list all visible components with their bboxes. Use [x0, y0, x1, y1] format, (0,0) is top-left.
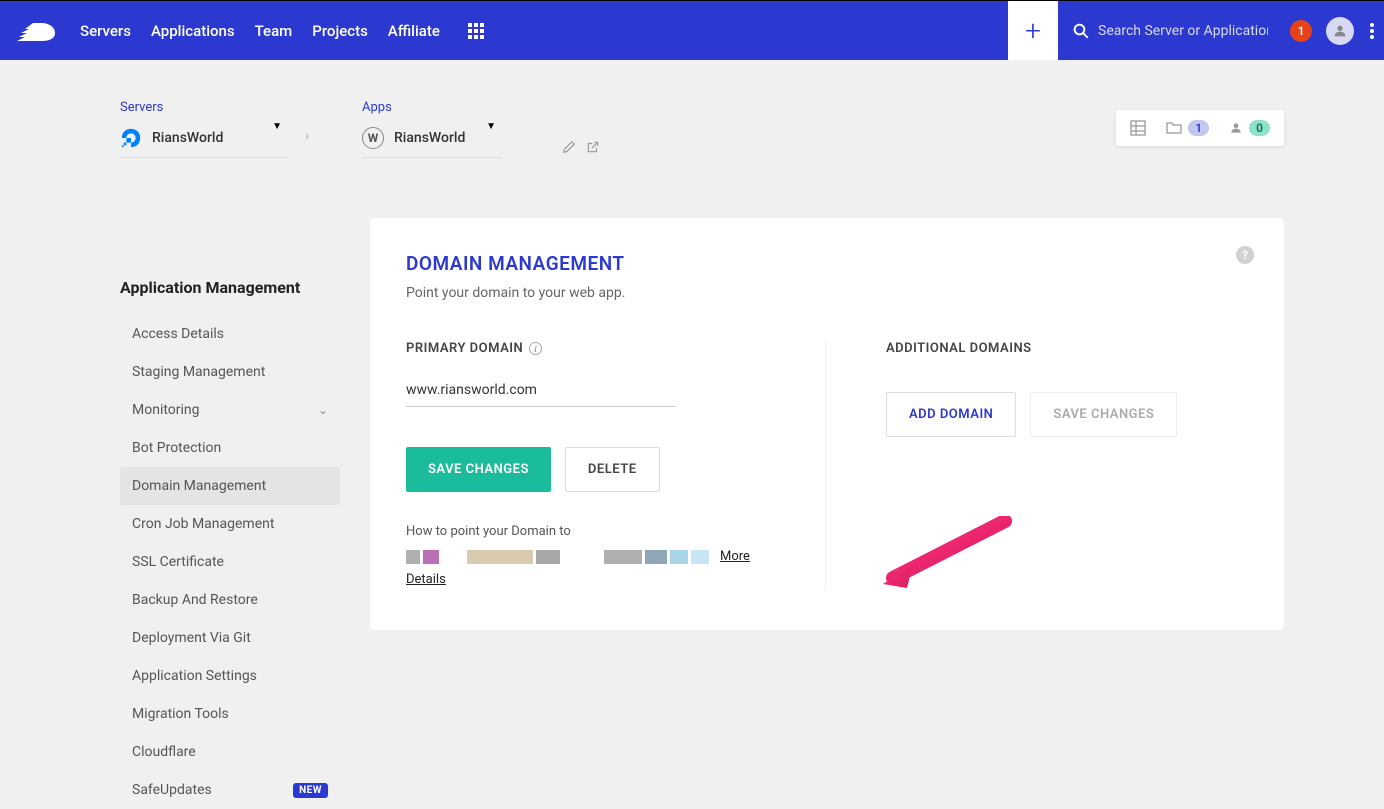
- save-changes-button[interactable]: SAVE CHANGES: [406, 447, 551, 492]
- sidebar-item-safeupdates[interactable]: SafeUpdatesNEW: [120, 771, 340, 809]
- breadcrumb-apps: Apps W RiansWorld ▼: [362, 100, 542, 158]
- apps-grid-icon[interactable]: [468, 23, 484, 39]
- main-nav: Servers Applications Team Projects Affil…: [70, 22, 450, 40]
- app-name: RiansWorld: [394, 130, 465, 146]
- notification-badge[interactable]: 1: [1290, 20, 1312, 42]
- sidebar-item-bot-protection[interactable]: Bot Protection: [120, 429, 340, 467]
- sidebar-item-domain-management[interactable]: Domain Management: [120, 467, 340, 505]
- sidebar-item-staging[interactable]: Staging Management: [120, 353, 340, 391]
- annotation-arrow-icon: [875, 516, 1015, 596]
- edit-icon[interactable]: [562, 139, 576, 158]
- panel-subtitle: Point your domain to your web app.: [406, 285, 1248, 301]
- sidebar-item-cron[interactable]: Cron Job Management: [120, 505, 340, 543]
- folder-count: 1: [1188, 120, 1209, 136]
- app-actions: [562, 139, 600, 158]
- stat-folder[interactable]: 1: [1166, 120, 1209, 136]
- new-badge: NEW: [293, 783, 328, 798]
- nav-projects[interactable]: Projects: [302, 22, 378, 40]
- help-text: How to point your Domain to More Details: [406, 522, 785, 590]
- nav-applications[interactable]: Applications: [141, 22, 245, 40]
- sidebar-item-monitoring[interactable]: Monitoring⌄: [120, 391, 340, 429]
- sidebar-title: Application Management: [120, 278, 340, 297]
- help-icon[interactable]: ?: [1236, 246, 1254, 264]
- server-name: RiansWorld: [152, 130, 223, 146]
- kebab-menu-icon[interactable]: [1360, 23, 1384, 39]
- nav-servers[interactable]: Servers: [70, 22, 141, 40]
- user-avatar[interactable]: [1326, 17, 1354, 45]
- sidebar-item-migration[interactable]: Migration Tools: [120, 695, 340, 733]
- top-navbar: Servers Applications Team Projects Affil…: [0, 0, 1384, 60]
- panel-title: DOMAIN MANAGEMENT: [406, 252, 1248, 275]
- external-link-icon[interactable]: [586, 139, 600, 158]
- sidebar-item-git[interactable]: Deployment Via Git: [120, 619, 340, 657]
- app-selector[interactable]: W RiansWorld ▼: [362, 123, 502, 158]
- sidebar-item-app-settings[interactable]: Application Settings: [120, 657, 340, 695]
- nav-team[interactable]: Team: [245, 22, 303, 40]
- search-bar: [1058, 22, 1282, 40]
- chevron-down-icon: ⌄: [318, 403, 328, 417]
- brand-logo[interactable]: [0, 17, 70, 45]
- sidebar-item-backup[interactable]: Backup And Restore: [120, 581, 340, 619]
- caret-down-icon: ▼: [272, 121, 282, 132]
- redacted-text: More: [406, 547, 785, 568]
- stat-grid-icon[interactable]: [1130, 120, 1146, 136]
- stats-card: 1 0: [1116, 110, 1284, 146]
- info-icon[interactable]: i: [529, 342, 542, 355]
- domain-panel: ? DOMAIN MANAGEMENT Point your domain to…: [370, 218, 1284, 630]
- breadcrumb-apps-label: Apps: [362, 100, 542, 115]
- search-input[interactable]: [1098, 23, 1268, 39]
- additional-domains-label: ADDITIONAL DOMAINS: [886, 341, 1248, 356]
- user-count: 0: [1249, 120, 1270, 136]
- breadcrumb-servers-label: Servers: [120, 100, 340, 115]
- primary-domain-section: PRIMARY DOMAIN i SAVE CHANGES DELETE: [406, 341, 826, 590]
- primary-domain-input[interactable]: [406, 374, 676, 407]
- add-button[interactable]: +: [1008, 1, 1058, 60]
- more-link[interactable]: More: [720, 547, 750, 568]
- nav-affiliate[interactable]: Affiliate: [378, 22, 450, 40]
- caret-down-icon: ▼: [486, 121, 496, 132]
- sidebar: Application Management Access Details St…: [120, 278, 340, 809]
- wordpress-icon: W: [362, 127, 384, 149]
- stat-user[interactable]: 0: [1229, 120, 1270, 136]
- breadcrumb-chevron-icon: ›: [305, 128, 309, 144]
- details-link[interactable]: Details: [406, 570, 446, 591]
- digitalocean-icon: [120, 127, 142, 149]
- search-icon: [1072, 22, 1090, 40]
- sidebar-item-access-details[interactable]: Access Details: [120, 315, 340, 353]
- sidebar-item-ssl[interactable]: SSL Certificate: [120, 543, 340, 581]
- add-domain-button[interactable]: ADD DOMAIN: [886, 392, 1016, 437]
- save-changes-disabled-button: SAVE CHANGES: [1030, 392, 1177, 437]
- primary-domain-label: PRIMARY DOMAIN i: [406, 341, 785, 356]
- server-selector[interactable]: RiansWorld ▼: [120, 123, 288, 158]
- delete-button[interactable]: DELETE: [565, 447, 660, 492]
- sidebar-item-cloudflare[interactable]: Cloudflare: [120, 733, 340, 771]
